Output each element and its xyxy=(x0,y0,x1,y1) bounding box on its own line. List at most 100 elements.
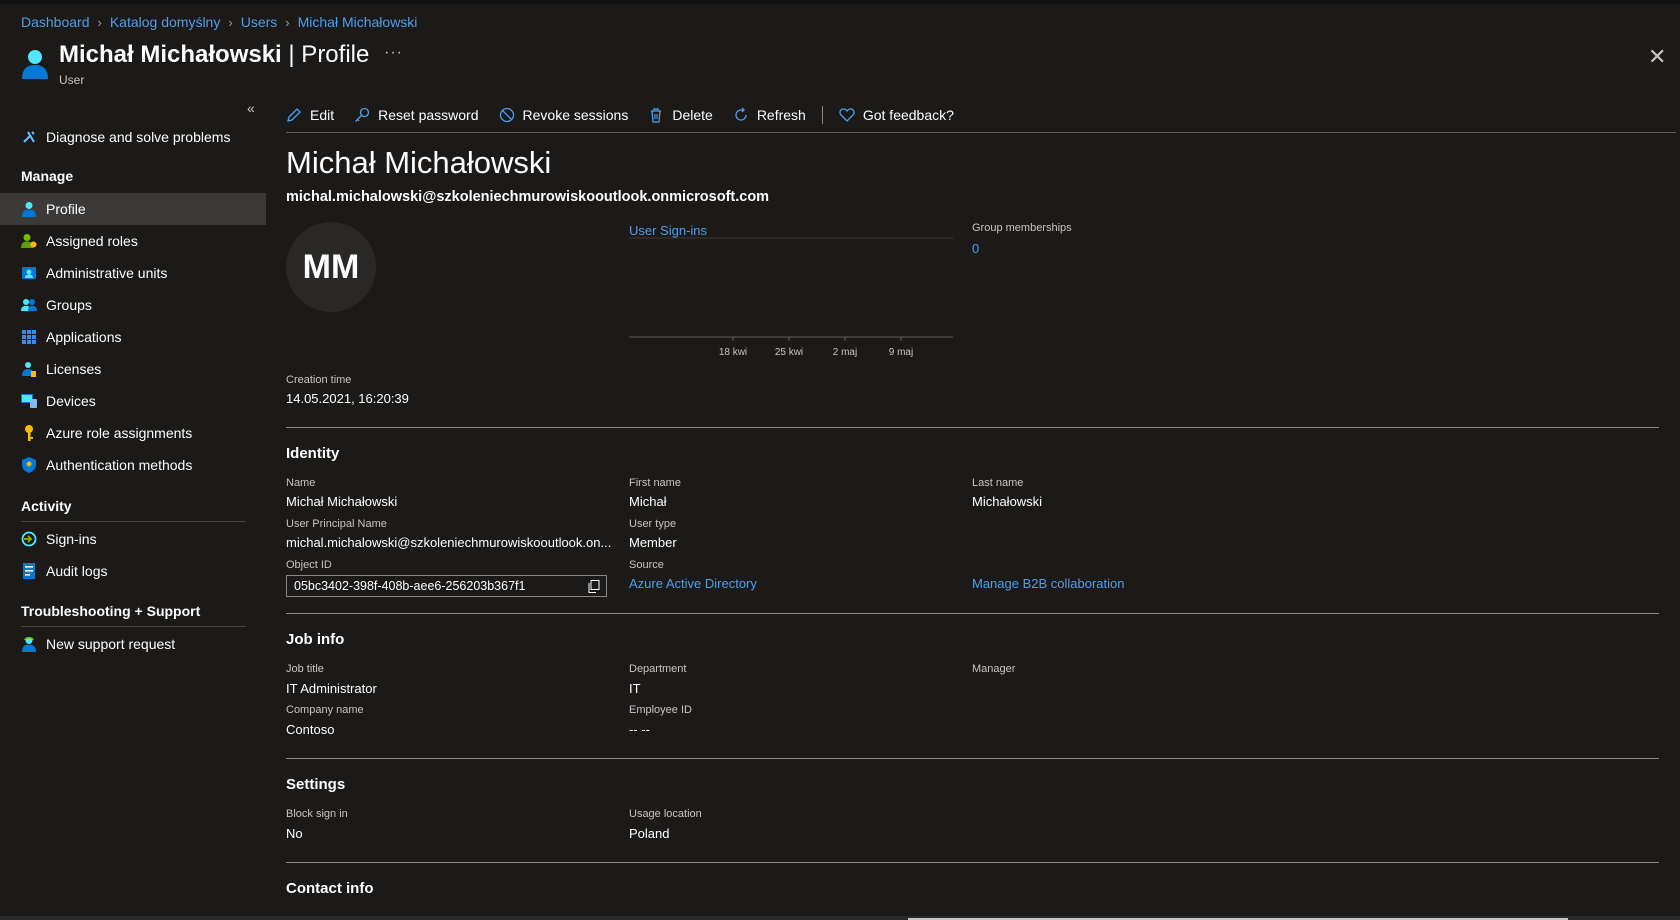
block-sign-in-label: Block sign in xyxy=(286,808,348,820)
breadcrumb-users[interactable]: Users xyxy=(241,14,278,30)
group-icon xyxy=(21,297,37,313)
user-type-label: User type xyxy=(629,518,677,530)
group-memberships-link[interactable]: 0 xyxy=(972,241,979,256)
window-top-edge xyxy=(0,0,1680,4)
more-options-button[interactable]: ··· xyxy=(384,44,403,62)
sidebar-item-label: Diagnose and solve problems xyxy=(46,129,231,145)
close-button[interactable]: ✕ xyxy=(1648,44,1666,70)
chart-x-tick-label: 9 maj xyxy=(889,347,913,358)
job-info-section-title: Job info xyxy=(286,631,345,648)
shield-icon xyxy=(21,457,37,473)
devices-icon xyxy=(21,393,37,409)
chevron-right-icon: › xyxy=(285,14,290,30)
sidebar-item-diagnose[interactable]: Diagnose and solve problems xyxy=(0,121,266,153)
sidebar-item-profile[interactable]: Profile xyxy=(0,193,266,225)
sidebar-item-audit-logs[interactable]: Audit logs xyxy=(0,555,266,587)
sidebar-item-label: Administrative units xyxy=(46,265,168,281)
object-id-label: Object ID xyxy=(286,559,332,571)
sidebar-item-azure-role-assignments[interactable]: Azure role assignments xyxy=(0,417,266,449)
key-icon xyxy=(354,107,370,123)
page-subtitle: User xyxy=(59,73,85,87)
sidebar-item-devices[interactable]: Devices xyxy=(0,385,266,417)
manage-b2b-link[interactable]: Manage B2B collaboration xyxy=(972,576,1125,591)
group-memberships-label: Group memberships xyxy=(972,222,1072,234)
sidebar-item-sign-ins[interactable]: Sign-ins xyxy=(0,523,266,555)
refresh-button[interactable]: Refresh xyxy=(733,107,806,123)
sign-ins-chart[interactable]: 18 kwi 25 kwi 2 maj 9 maj xyxy=(629,236,955,366)
chart-x-tick-label: 18 kwi xyxy=(719,347,747,358)
sidebar-item-label: Sign-ins xyxy=(46,531,97,547)
wrench-icon xyxy=(21,129,37,145)
creation-time-value: 14.05.2021, 16:20:39 xyxy=(286,391,409,406)
department-label: Department xyxy=(629,663,687,675)
name-label: Name xyxy=(286,477,316,489)
object-id-field[interactable]: 05bc3402-398f-408b-aee6-256203b367f1 xyxy=(286,575,607,597)
page-title-name: Michał Michałowski xyxy=(59,41,282,68)
breadcrumb-dashboard[interactable]: Dashboard xyxy=(21,14,90,30)
sidebar-item-authentication-methods[interactable]: Authentication methods xyxy=(0,449,266,481)
upn-value: michal.michalowski@szkoleniechmurowiskoo… xyxy=(286,535,612,550)
source-label: Source xyxy=(629,559,664,571)
usage-location-label: Usage location xyxy=(629,808,702,820)
feedback-label: Got feedback? xyxy=(862,107,954,123)
user-role-icon xyxy=(21,233,37,249)
breadcrumb-current-user[interactable]: Michał Michałowski xyxy=(298,14,418,30)
sidebar-item-applications[interactable]: Applications xyxy=(0,321,266,353)
section-divider xyxy=(286,758,1659,759)
identity-section-title: Identity xyxy=(286,445,340,462)
first-name-label: First name xyxy=(629,477,681,489)
name-value: Michał Michałowski xyxy=(286,494,398,509)
reset-password-button[interactable]: Reset password xyxy=(354,107,479,123)
last-name-value: Michałowski xyxy=(972,494,1043,509)
creation-time-label: Creation time xyxy=(286,374,352,386)
license-icon xyxy=(21,361,37,377)
collapse-sidebar-button[interactable]: « xyxy=(247,100,255,116)
page-title: Michał Michałowski | Profile xyxy=(59,41,369,69)
refresh-icon xyxy=(733,107,749,123)
page-title-suffix: | Profile xyxy=(281,41,370,68)
feedback-button[interactable]: Got feedback? xyxy=(839,107,954,123)
source-link[interactable]: Azure Active Directory xyxy=(629,576,757,591)
object-id-value: 05bc3402-398f-408b-aee6-256203b367f1 xyxy=(294,579,526,593)
last-name-label: Last name xyxy=(972,477,1024,489)
toolbar-divider xyxy=(286,132,1676,133)
copy-icon[interactable] xyxy=(588,580,600,593)
revoke-sessions-button[interactable]: Revoke sessions xyxy=(499,107,628,123)
sidebar-item-label: Audit logs xyxy=(46,563,108,579)
block-sign-in-value: No xyxy=(286,826,303,841)
sidebar-item-assigned-roles[interactable]: Assigned roles xyxy=(0,225,266,257)
sidebar-item-label: Groups xyxy=(46,297,92,313)
heart-icon xyxy=(839,107,855,123)
support-user-icon xyxy=(21,636,37,652)
edit-button[interactable]: Edit xyxy=(286,107,334,123)
sidebar-item-label: Devices xyxy=(46,393,96,409)
section-divider xyxy=(286,613,1659,614)
contact-info-section-title: Contact info xyxy=(286,880,374,897)
sidebar-item-label: Assigned roles xyxy=(46,233,138,249)
sidebar-divider xyxy=(21,521,246,522)
edit-label: Edit xyxy=(310,107,335,123)
chart-x-tick-label: 25 kwi xyxy=(775,347,803,358)
user-principal-name-heading: michal.michalowski@szkoleniechmurowiskoo… xyxy=(286,189,770,205)
sidebar-item-licenses[interactable]: Licenses xyxy=(0,353,266,385)
first-name-value: Michał xyxy=(629,494,667,509)
manager-label: Manager xyxy=(972,663,1016,675)
log-icon xyxy=(21,563,37,579)
company-name-label: Company name xyxy=(286,704,364,716)
sidebar-item-label: Applications xyxy=(46,329,122,345)
delete-button[interactable]: Delete xyxy=(648,107,713,123)
sidebar-item-groups[interactable]: Groups xyxy=(0,289,266,321)
sidebar-item-administrative-units[interactable]: Administrative units xyxy=(0,257,266,289)
trash-icon xyxy=(648,107,664,123)
apps-grid-icon xyxy=(21,329,37,345)
avatar-initials: MM xyxy=(302,247,360,286)
department-value: IT xyxy=(629,681,641,696)
sidebar-item-label: Authentication methods xyxy=(46,457,193,473)
breadcrumb: Dashboard › Katalog domyślny › Users › M… xyxy=(21,14,417,30)
sidebar-item-new-support-request[interactable]: New support request xyxy=(0,628,266,660)
breadcrumb-directory[interactable]: Katalog domyślny xyxy=(110,14,221,30)
user-display-name: Michał Michałowski xyxy=(286,145,552,180)
command-bar: Edit Reset password Revoke sessions Dele… xyxy=(286,105,974,125)
section-divider xyxy=(286,427,1659,428)
sidebar-section-manage: Manage xyxy=(21,168,74,184)
